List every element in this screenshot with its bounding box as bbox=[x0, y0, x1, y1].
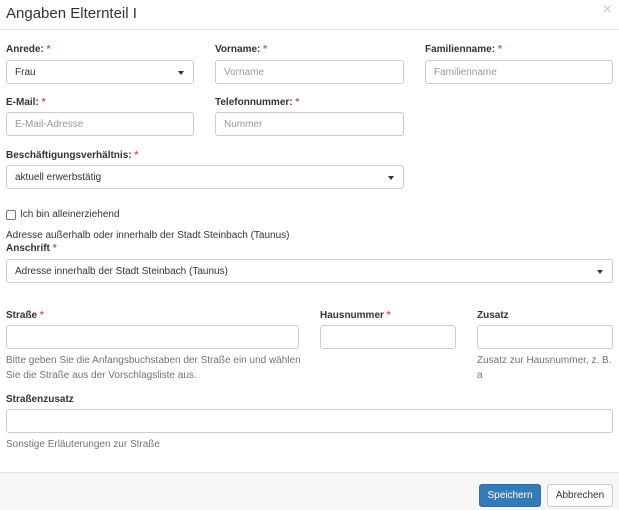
anschrift-label: Anschrift * bbox=[6, 243, 57, 254]
strasse-help-line-2: Sie die Straße aus der Vorschlagsliste a… bbox=[6, 370, 197, 381]
email-placeholder: E-Mail-Adresse bbox=[15, 118, 84, 130]
cancel-button[interactable]: Abbrechen bbox=[547, 484, 613, 507]
strasse-help-line-1: Bitte geben Sie die Anfangsbuchstaben de… bbox=[6, 355, 301, 366]
anrede-select[interactable]: Frau bbox=[6, 60, 194, 84]
strasse-label-text: Straße bbox=[6, 310, 38, 321]
familienname-label-text: Familienname: bbox=[425, 44, 496, 55]
email-label-text: E-Mail: bbox=[6, 97, 39, 108]
zusatz-help-line-2: a bbox=[477, 370, 483, 381]
required-marker: * bbox=[497, 44, 502, 55]
telefon-label: Telefonnummer: * bbox=[215, 97, 299, 108]
adresse-info-text: Adresse außerhalb oder innerhalb der Sta… bbox=[6, 230, 290, 241]
anrede-label: Anrede: * bbox=[6, 44, 50, 55]
required-marker: * bbox=[295, 97, 300, 108]
chevron-down-icon bbox=[178, 71, 184, 75]
hausnummer-label: Hausnummer * bbox=[320, 310, 391, 321]
required-marker: * bbox=[386, 310, 391, 321]
strasse-help: Bitte geben Sie die Anfangsbuchstaben de… bbox=[6, 353, 301, 383]
anschrift-select-value: Adresse innerhalb der Stadt Steinbach (T… bbox=[15, 265, 228, 277]
familienname-placeholder: Familienname bbox=[434, 66, 497, 78]
chevron-down-icon bbox=[388, 176, 394, 180]
required-marker: * bbox=[263, 44, 268, 55]
chevron-down-icon bbox=[597, 270, 603, 274]
zusatz-help-line-1: Zusatz zur Hausnummer, z. B. bbox=[477, 355, 612, 366]
required-marker: * bbox=[52, 243, 57, 254]
beschaeftigung-label-text: Beschäftigungsverhältnis: bbox=[6, 150, 132, 161]
alleinerziehend-label[interactable]: Ich bin alleinerziehend bbox=[20, 209, 120, 220]
email-input[interactable]: E-Mail-Adresse bbox=[6, 112, 194, 136]
beschaeftigung-label: Beschäftigungsverhältnis: * bbox=[6, 150, 138, 161]
hausnummer-label-text: Hausnummer bbox=[320, 310, 384, 321]
zusatz-label: Zusatz bbox=[477, 310, 509, 321]
telefon-input[interactable]: Nummer bbox=[215, 112, 404, 136]
familienname-input[interactable]: Familienname bbox=[425, 60, 613, 84]
anrede-label-text: Anrede: bbox=[6, 44, 44, 55]
strasse-label: Straße * bbox=[6, 310, 44, 321]
alleinerziehend-checkbox[interactable] bbox=[6, 210, 16, 220]
anrede-select-value: Frau bbox=[15, 66, 36, 78]
anschrift-label-text: Anschrift bbox=[6, 243, 50, 254]
dialog-title: Angaben Elternteil I bbox=[6, 5, 137, 22]
email-label: E-Mail: * bbox=[6, 97, 45, 108]
strassenzusatz-help: Sonstige Erläuterungen zur Straße bbox=[6, 439, 160, 450]
strassenzusatz-label: Straßenzusatz bbox=[6, 394, 74, 405]
required-marker: * bbox=[134, 150, 139, 161]
save-button[interactable]: Speichern bbox=[479, 484, 541, 507]
strasse-input[interactable] bbox=[6, 325, 299, 349]
vorname-label-text: Vorname: bbox=[215, 44, 261, 55]
anschrift-select[interactable]: Adresse innerhalb der Stadt Steinbach (T… bbox=[6, 259, 613, 283]
vorname-input[interactable]: Vorname bbox=[215, 60, 404, 84]
zusatz-input[interactable] bbox=[477, 325, 613, 349]
strassenzusatz-input[interactable] bbox=[6, 409, 613, 433]
vorname-placeholder: Vorname bbox=[224, 66, 265, 78]
vorname-label: Vorname: * bbox=[215, 44, 267, 55]
required-marker: * bbox=[41, 97, 46, 108]
hausnummer-input[interactable] bbox=[320, 325, 456, 349]
telefon-label-text: Telefonnummer: bbox=[215, 97, 293, 108]
beschaeftigung-select-value: aktuell erwerbstätig bbox=[15, 171, 102, 183]
required-marker: * bbox=[39, 310, 44, 321]
close-icon[interactable]: × bbox=[603, 2, 612, 18]
zusatz-help: Zusatz zur Hausnummer, z. B. a bbox=[477, 353, 612, 383]
beschaeftigung-select[interactable]: aktuell erwerbstätig bbox=[6, 165, 404, 189]
telefon-placeholder: Nummer bbox=[224, 118, 263, 130]
familienname-label: Familienname: * bbox=[425, 44, 502, 55]
required-marker: * bbox=[46, 44, 51, 55]
modal-header: Angaben Elternteil I × bbox=[0, 0, 619, 30]
